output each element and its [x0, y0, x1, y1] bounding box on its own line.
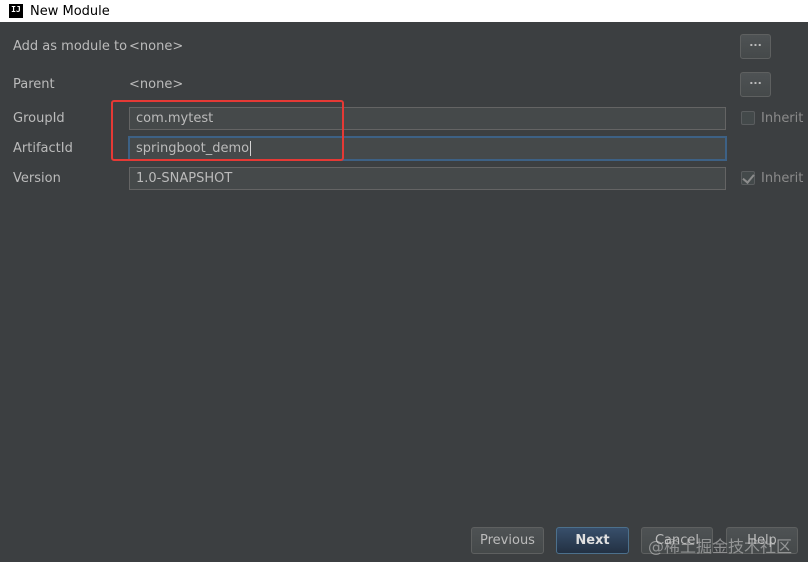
add-as-module-label: Add as module to — [13, 39, 128, 54]
parent-label: Parent — [13, 77, 55, 92]
version-input[interactable]: 1.0-SNAPSHOT — [129, 167, 726, 190]
artifactid-label: ArtifactId — [13, 141, 73, 156]
annotation-highlight-box — [111, 100, 344, 161]
version-inherit-checkbox[interactable] — [741, 171, 755, 185]
window-title: New Module — [30, 3, 110, 19]
groupid-inherit-checkbox[interactable] — [741, 111, 755, 125]
checkmark-icon — [742, 171, 755, 184]
add-as-module-browse-button[interactable]: ... — [740, 34, 771, 59]
parent-browse-button[interactable]: ... — [740, 72, 771, 97]
version-inherit-label: Inherit — [761, 171, 804, 186]
intellij-logo-icon: IJ — [9, 4, 23, 18]
next-button[interactable]: Next — [556, 527, 629, 554]
title-bar: IJ New Module — [0, 0, 808, 22]
add-as-module-value: <none> — [129, 39, 184, 54]
version-input-text: 1.0-SNAPSHOT — [136, 171, 233, 186]
groupid-label: GroupId — [13, 111, 65, 126]
parent-value: <none> — [129, 77, 184, 92]
watermark: @稀土掘金技术社区 — [648, 537, 793, 556]
previous-button[interactable]: Previous — [471, 527, 544, 554]
groupid-inherit-label: Inherit — [761, 111, 804, 126]
version-label: Version — [13, 171, 61, 186]
